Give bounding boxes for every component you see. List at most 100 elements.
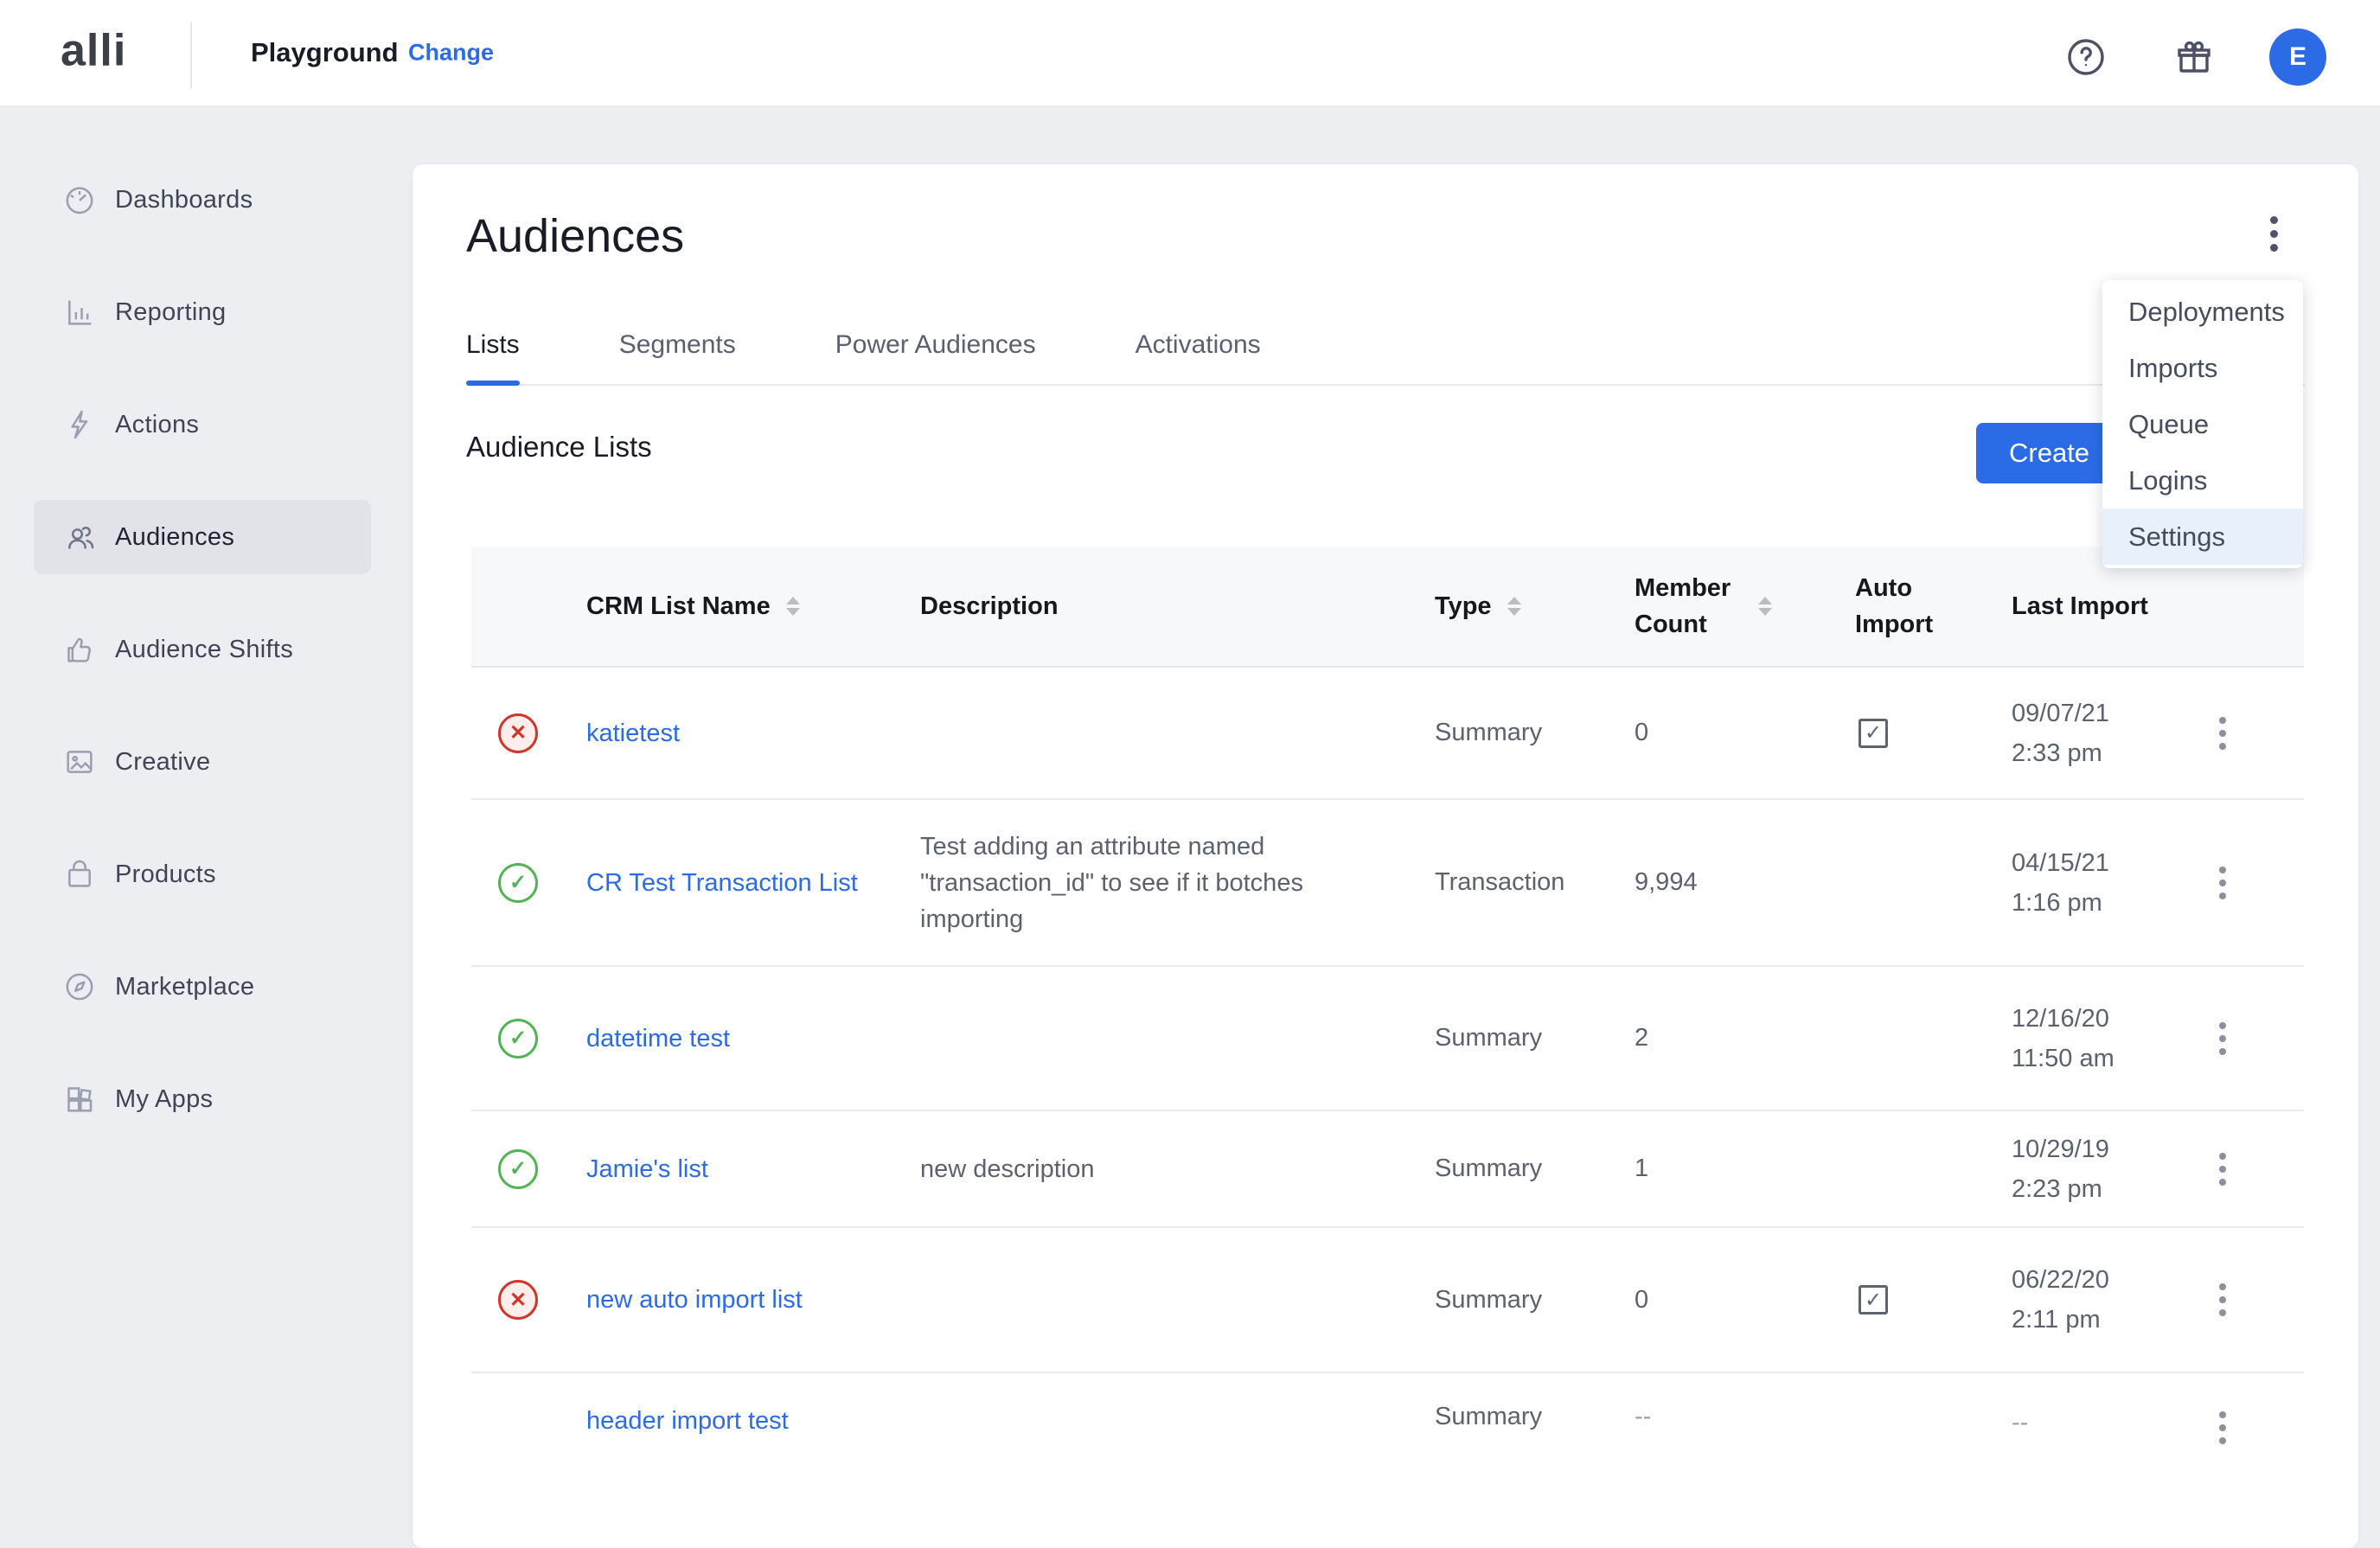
sidebar-item-products[interactable]: Products xyxy=(34,837,371,912)
member-count: 0 xyxy=(1635,1286,1855,1315)
last-import: 09/07/212:33 pm xyxy=(2012,694,2202,773)
sidebar-item-marketplace[interactable]: Marketplace xyxy=(34,950,371,1024)
column-header-type[interactable]: Type xyxy=(1435,592,1635,621)
list-description: new description xyxy=(920,1151,1095,1187)
sidebar-item-audiences[interactable]: Audiences xyxy=(34,500,371,574)
sidebar-item-label: Creative xyxy=(115,748,210,777)
sidebar-item-dashboards[interactable]: Dashboards xyxy=(34,163,371,237)
menu-item-deployments[interactable]: Deployments xyxy=(2102,284,2303,340)
workspace-name: Playground xyxy=(251,37,399,68)
status-icon: ✕ xyxy=(498,713,538,753)
last-import: 10/29/192:23 pm xyxy=(2012,1129,2202,1209)
menu-item-logins[interactable]: Logins xyxy=(2102,452,2303,509)
member-count: -- xyxy=(1635,1403,1855,1431)
row-actions-kebab-icon[interactable] xyxy=(2210,1014,2235,1064)
tab-lists[interactable]: Lists xyxy=(466,330,520,384)
sort-icon[interactable] xyxy=(1507,597,1521,616)
list-name-link[interactable]: new auto import list xyxy=(586,1282,803,1318)
sidebar-item-audience-shifts[interactable]: Audience Shifts xyxy=(34,612,371,687)
row-actions-kebab-icon[interactable] xyxy=(2210,1275,2235,1325)
member-count: 9,994 xyxy=(1635,868,1855,897)
app-logo[interactable]: alli xyxy=(61,25,126,77)
tab-activations[interactable]: Activations xyxy=(1136,330,1261,384)
change-workspace-link[interactable]: Change xyxy=(408,40,494,67)
sidebar-item-actions[interactable]: Actions xyxy=(34,387,371,462)
column-header-crm-list-name[interactable]: CRM List Name xyxy=(586,592,920,621)
sidebar-item-label: Marketplace xyxy=(115,973,254,1001)
table-row: ✕ katietest Summary 0 ✓ 09/07/212:33 pm xyxy=(471,668,2304,800)
column-header-member-count[interactable]: Member Count xyxy=(1635,570,1855,643)
sidebar-item-my-apps[interactable]: My Apps xyxy=(34,1062,371,1136)
list-type: Transaction xyxy=(1435,868,1635,897)
menu-item-queue[interactable]: Queue xyxy=(2102,396,2303,452)
row-actions-kebab-icon[interactable] xyxy=(2210,708,2235,758)
sidebar-item-creative[interactable]: Creative xyxy=(34,725,371,799)
table-row: header import test Summary -- -- xyxy=(471,1373,2304,1512)
column-header-auto-import: Auto Import xyxy=(1855,570,2012,643)
products-icon xyxy=(62,857,97,892)
sidebar-item-label: Products xyxy=(115,860,216,889)
sort-icon[interactable] xyxy=(786,597,800,616)
list-name-link[interactable]: CR Test Transaction List xyxy=(586,865,858,901)
sidebar: Dashboards Reporting Actions Audiences Audie… xyxy=(0,107,375,1436)
sidebar-item-label: My Apps xyxy=(115,1085,213,1114)
audiences-panel: Audiences ListsSegmentsPower AudiencesAc… xyxy=(413,164,2358,1548)
menu-item-imports[interactable]: Imports xyxy=(2102,340,2303,396)
sidebar-item-label: Audiences xyxy=(115,523,234,552)
sidebar-item-label: Dashboards xyxy=(115,186,253,214)
auto-import-checkbox[interactable]: ✓ xyxy=(1859,1285,1888,1315)
list-description: Test adding an attribute named "transact… xyxy=(920,828,1400,937)
sidebar-item-label: Audience Shifts xyxy=(115,636,293,664)
auto-import-checkbox[interactable]: ✓ xyxy=(1859,719,1888,748)
row-actions-kebab-icon[interactable] xyxy=(2210,858,2235,908)
creative-icon xyxy=(62,745,97,779)
tab-segments[interactable]: Segments xyxy=(619,330,736,384)
auto-import-cell: ✓ xyxy=(1855,1285,2012,1315)
page-actions-kebab-icon[interactable] xyxy=(2255,202,2293,265)
menu-item-settings[interactable]: Settings xyxy=(2102,509,2303,565)
reporting-icon xyxy=(62,295,97,329)
list-type: Summary xyxy=(1435,1155,1635,1183)
audience-shifts-icon xyxy=(62,632,97,667)
last-import: 12/16/2011:50 am xyxy=(2012,999,2202,1078)
section-title: Audience Lists xyxy=(466,431,652,464)
table-row: ✕ new auto import list Summary 0 ✓ 06/22… xyxy=(471,1228,2304,1373)
last-import: -- xyxy=(2012,1403,2202,1442)
table-row: ✓ datetime test Summary 2 12/16/2011:50 … xyxy=(471,967,2304,1111)
list-type: Summary xyxy=(1435,1403,1635,1431)
my-apps-icon xyxy=(62,1082,97,1116)
tab-bar: Lists Segments Power Audiences Activations xyxy=(466,330,2305,386)
table-row: ✓ CR Test Transaction List Test adding a… xyxy=(471,800,2304,967)
status-icon: ✓ xyxy=(498,863,538,903)
sort-icon[interactable] xyxy=(1758,597,1772,616)
list-name-link[interactable]: header import test xyxy=(586,1403,789,1439)
table-row: ✓ Jamie's list new description Summary 1… xyxy=(471,1111,2304,1228)
list-name-link[interactable]: datetime test xyxy=(586,1020,730,1057)
member-count: 2 xyxy=(1635,1024,1855,1052)
last-import: 04/15/211:16 pm xyxy=(2012,843,2202,923)
user-avatar[interactable]: E xyxy=(2269,29,2326,86)
status-icon: ✓ xyxy=(498,1149,538,1189)
list-name-link[interactable]: katietest xyxy=(586,715,680,752)
row-actions-kebab-icon[interactable] xyxy=(2210,1144,2235,1194)
sidebar-item-label: Reporting xyxy=(115,298,226,327)
table-header-row: CRM List Name Description Type Member Co… xyxy=(471,547,2304,668)
auto-import-cell: ✓ xyxy=(1855,719,2012,748)
top-bar: alli Playground Change E xyxy=(0,0,2380,107)
help-icon[interactable] xyxy=(2065,36,2107,78)
row-actions-kebab-icon[interactable] xyxy=(2210,1403,2235,1453)
audience-lists-table: CRM List Name Description Type Member Co… xyxy=(471,547,2304,1512)
sidebar-item-label: Actions xyxy=(115,411,199,439)
dashboard-icon xyxy=(62,182,97,217)
tab-power-audiences[interactable]: Power Audiences xyxy=(835,330,1036,384)
sidebar-item-reporting[interactable]: Reporting xyxy=(34,275,371,349)
marketplace-icon xyxy=(62,969,97,1004)
page-actions-menu: DeploymentsImportsQueueLoginsSettings xyxy=(2102,280,2303,568)
actions-icon xyxy=(62,407,97,442)
gift-icon[interactable] xyxy=(2173,36,2215,78)
last-import: 06/22/202:11 pm xyxy=(2012,1260,2202,1340)
list-type: Summary xyxy=(1435,1286,1635,1315)
list-name-link[interactable]: Jamie's list xyxy=(586,1151,708,1187)
member-count: 1 xyxy=(1635,1155,1855,1183)
topbar-divider xyxy=(190,22,192,88)
